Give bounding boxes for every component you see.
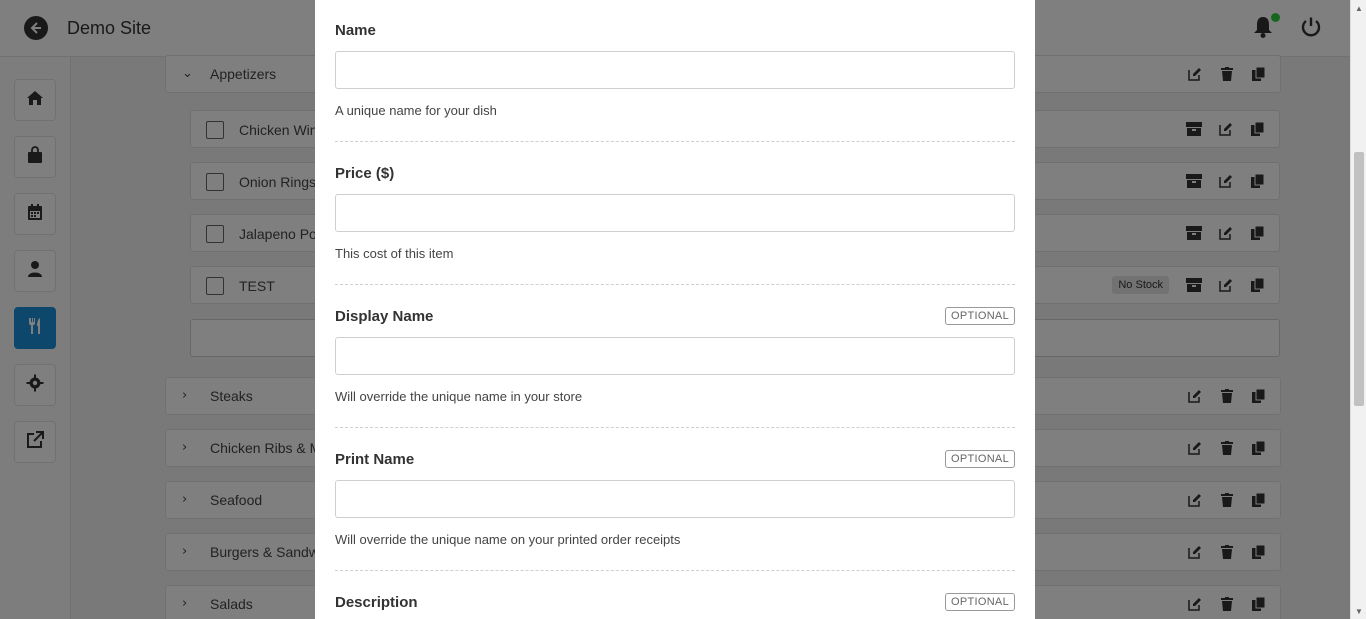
price-field-group: Price ($) This cost of this item — [335, 165, 1015, 261]
optional-badge: OPTIONAL — [944, 307, 1015, 325]
field-label: Print Name — [335, 451, 415, 468]
help-text: Will override the unique name in your st… — [335, 389, 583, 404]
print-name-input[interactable] — [335, 480, 1015, 518]
display-name-input[interactable] — [335, 337, 1015, 375]
print-name-field-group: Print Name OPTIONAL Will override the un… — [335, 450, 1015, 547]
page-scrollbar[interactable]: ▲ ▼ — [1350, 0, 1366, 619]
add-dish-modal: Name A unique name for your dish Price (… — [315, 0, 1035, 619]
description-field-group: Description OPTIONAL — [335, 593, 1015, 611]
help-text: A unique name for your dish — [335, 103, 497, 118]
field-label: Price ($) — [335, 165, 395, 182]
divider — [335, 284, 1015, 285]
name-input[interactable] — [335, 51, 1015, 89]
price-input[interactable] — [335, 194, 1015, 232]
scroll-down-icon[interactable]: ▼ — [1355, 607, 1363, 616]
help-text: This cost of this item — [335, 246, 454, 261]
divider — [335, 427, 1015, 428]
scroll-up-icon[interactable]: ▲ — [1355, 4, 1363, 13]
help-text: Will override the unique name on your pr… — [335, 532, 681, 547]
optional-badge: OPTIONAL — [944, 450, 1015, 468]
name-field-group: Name A unique name for your dish — [335, 22, 1015, 118]
divider — [335, 570, 1015, 571]
scroll-thumb[interactable] — [1354, 152, 1364, 406]
display-name-field-group: Display Name OPTIONAL Will override the … — [335, 307, 1015, 404]
divider — [335, 141, 1015, 142]
field-label: Name — [335, 22, 376, 39]
field-label: Display Name — [335, 308, 434, 325]
field-label: Description — [335, 594, 418, 611]
optional-badge: OPTIONAL — [944, 593, 1015, 611]
